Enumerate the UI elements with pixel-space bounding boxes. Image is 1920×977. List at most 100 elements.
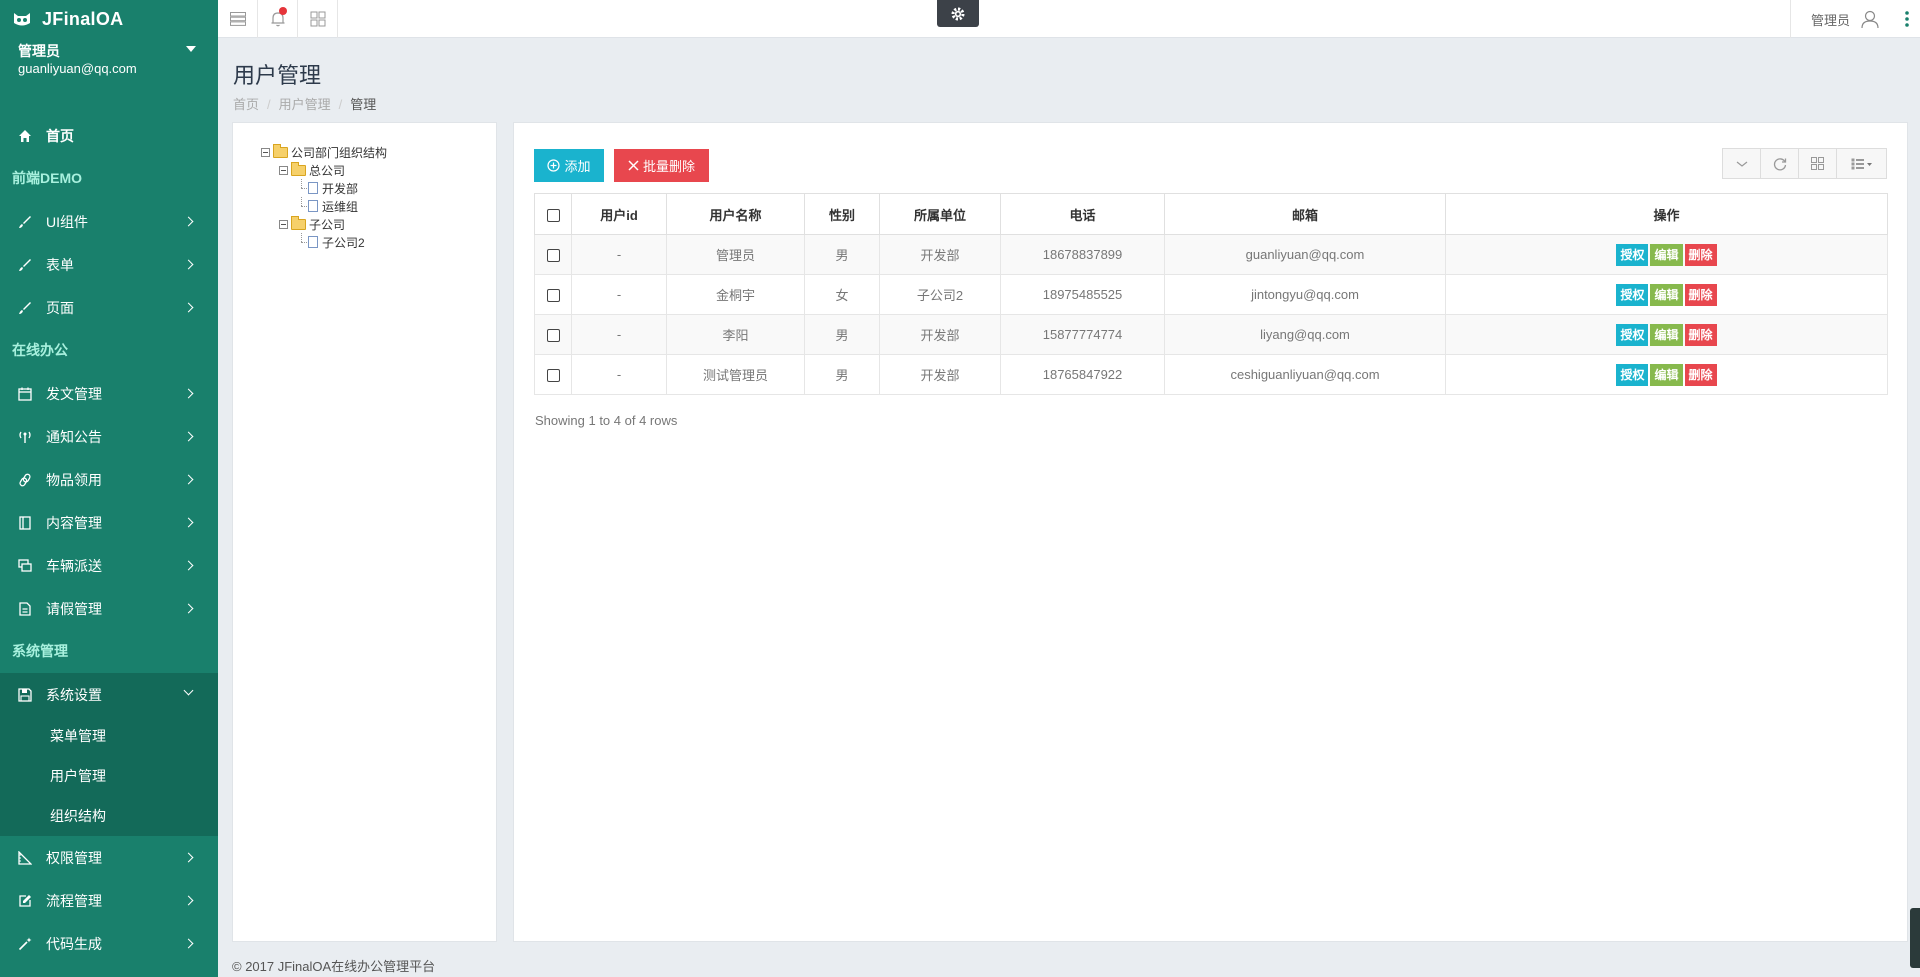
edit-button[interactable]: 编辑 bbox=[1650, 283, 1683, 306]
authorize-button[interactable]: 授权 bbox=[1616, 323, 1649, 346]
cell-email: ceshiguanliyuan@qq.com bbox=[1164, 354, 1446, 395]
nav-label: 表单 bbox=[46, 256, 74, 273]
authorize-button[interactable]: 授权 bbox=[1616, 283, 1649, 306]
cell-actions: 授权 编辑 删除 bbox=[1445, 354, 1888, 395]
nav-item-requisition[interactable]: 物品领用 bbox=[0, 458, 218, 501]
user-profile[interactable]: 管理员 guanliyuan@qq.com bbox=[0, 38, 218, 114]
tree-node-dev-dept[interactable]: 开发部 bbox=[261, 179, 387, 197]
notifications-button[interactable] bbox=[258, 0, 298, 38]
row-checkbox[interactable] bbox=[546, 249, 560, 263]
table-row: - 测试管理员 男 开发部 18765847922 ceshiguanliyua… bbox=[534, 354, 1888, 395]
cell-gender: 男 bbox=[804, 314, 880, 355]
chevron-right-icon bbox=[183, 517, 194, 528]
topbar-user-menu[interactable]: 管理员 bbox=[1789, 0, 1894, 38]
row-select-cell bbox=[534, 354, 572, 395]
nav-system-settings[interactable]: 系统设置 bbox=[0, 673, 218, 716]
column-header[interactable]: 所属单位 bbox=[879, 193, 1001, 235]
nav-label: 代码生成 bbox=[46, 935, 102, 952]
delete-button[interactable]: 删除 bbox=[1684, 323, 1717, 346]
nav-document-dispatch[interactable]: 发文管理 bbox=[0, 372, 218, 415]
nav-code-generation[interactable]: 代码生成 bbox=[0, 922, 218, 965]
tree-node-root[interactable]: 公司部门组织结构 bbox=[261, 143, 387, 161]
cell-phone: 18975485525 bbox=[1000, 274, 1165, 315]
delete-button[interactable]: 删除 bbox=[1684, 283, 1717, 306]
nav-home[interactable]: 首页 bbox=[0, 114, 218, 157]
nav-pages[interactable]: 页面 bbox=[0, 286, 218, 329]
cell-user-name: 李阳 bbox=[666, 314, 805, 355]
chevron-right-icon bbox=[183, 216, 194, 227]
app-title: JFinalOA bbox=[42, 8, 124, 29]
row-checkbox[interactable] bbox=[546, 329, 560, 343]
tree-connector bbox=[297, 197, 307, 215]
nav-workflow[interactable]: 流程管理 bbox=[0, 879, 218, 922]
edit-button[interactable]: 编辑 bbox=[1650, 323, 1683, 346]
collapse-toggle-icon[interactable] bbox=[279, 165, 288, 175]
cell-user-name: 管理员 bbox=[666, 234, 805, 275]
sub-menu-management[interactable]: 菜单管理 bbox=[0, 716, 218, 756]
column-header[interactable]: 邮箱 bbox=[1164, 193, 1446, 235]
nav-leave-management[interactable]: 请假管理 bbox=[0, 587, 218, 630]
column-header[interactable]: 用户id bbox=[571, 193, 667, 235]
nav-label: 权限管理 bbox=[46, 849, 102, 866]
edit-button[interactable]: 编辑 bbox=[1650, 243, 1683, 266]
nav-label: 物品领用 bbox=[46, 471, 102, 488]
sub-org-structure[interactable]: 组织结构 bbox=[0, 796, 218, 836]
table-row: - 李阳 男 开发部 15877774774 liyang@qq.com 授权编… bbox=[534, 314, 1888, 355]
brand[interactable]: JFinalOA bbox=[0, 0, 218, 38]
column-header[interactable]: 性别 bbox=[804, 193, 880, 235]
chevron-right-icon bbox=[183, 852, 194, 863]
nav-content-management[interactable]: 内容管理 bbox=[0, 501, 218, 544]
nav-forms[interactable]: 表单 bbox=[0, 243, 218, 286]
tree-node-subsidiary-2[interactable]: 子公司2 bbox=[261, 233, 387, 251]
side-widget-handle[interactable] bbox=[1910, 908, 1920, 968]
toggle-view-button[interactable] bbox=[1799, 149, 1837, 178]
tree-node-ops-team[interactable]: 运维组 bbox=[261, 197, 387, 215]
chevron-right-icon bbox=[183, 895, 194, 906]
footer-text: © 2017 JFinalOA在线办公管理平台 bbox=[232, 959, 436, 974]
chevron-right-icon bbox=[183, 388, 194, 399]
delete-button[interactable]: 删除 bbox=[1684, 363, 1717, 386]
collapse-toggle-icon[interactable] bbox=[279, 219, 288, 229]
breadcrumb-user-management[interactable]: 用户管理 bbox=[279, 97, 331, 112]
topbar-user-area: 管理员 bbox=[1789, 0, 1920, 38]
collapse-toggle-icon[interactable] bbox=[261, 147, 270, 157]
cell-user-id: - bbox=[571, 314, 667, 355]
add-button[interactable]: 添加 bbox=[534, 149, 604, 182]
sidebar-toggle-button[interactable] bbox=[218, 0, 258, 38]
cell-gender: 男 bbox=[804, 354, 880, 395]
edit-button[interactable]: 编辑 bbox=[1650, 363, 1683, 386]
batch-delete-button[interactable]: 批量删除 bbox=[614, 149, 709, 182]
tree-node-label: 运维组 bbox=[322, 199, 359, 214]
column-header[interactable]: 电话 bbox=[1000, 193, 1165, 235]
nav-notices[interactable]: 通知公告 bbox=[0, 415, 218, 458]
caret-down-icon[interactable] bbox=[186, 46, 196, 52]
more-menu-button[interactable] bbox=[1894, 0, 1920, 38]
row-select-cell bbox=[534, 274, 572, 315]
user-table: 用户id 用户名称 性别 所属单位 电话 邮箱 操作 - 管理员 男 开发部 1… bbox=[534, 193, 1888, 395]
refresh-button[interactable] bbox=[1761, 149, 1799, 178]
sub-user-management[interactable]: 用户管理 bbox=[0, 756, 218, 796]
header-select-all bbox=[534, 193, 572, 235]
apps-grid-button[interactable] bbox=[298, 0, 338, 38]
tree-node-subsidiary[interactable]: 子公司 bbox=[261, 215, 387, 233]
toggle-pagination-button[interactable] bbox=[1723, 149, 1761, 178]
select-all-checkbox[interactable] bbox=[546, 208, 560, 222]
delete-button[interactable]: 删除 bbox=[1684, 243, 1717, 266]
gear-icon bbox=[951, 7, 965, 20]
chevron-right-icon bbox=[183, 259, 194, 270]
row-checkbox[interactable] bbox=[546, 369, 560, 383]
nav-ui-components[interactable]: UI组件 bbox=[0, 200, 218, 243]
user-icon bbox=[1861, 10, 1879, 29]
authorize-button[interactable]: 授权 bbox=[1616, 363, 1649, 386]
breadcrumb-home[interactable]: 首页 bbox=[233, 97, 259, 112]
nav-permissions[interactable]: 权限管理 bbox=[0, 836, 218, 879]
row-checkbox[interactable] bbox=[546, 289, 560, 303]
home-icon bbox=[18, 129, 32, 143]
tree-node-head-office[interactable]: 总公司 bbox=[261, 161, 387, 179]
column-header[interactable]: 用户名称 bbox=[666, 193, 805, 235]
antenna-icon bbox=[18, 430, 32, 444]
nav-vehicle-dispatch[interactable]: 车辆派送 bbox=[0, 544, 218, 587]
theme-settings-button[interactable] bbox=[937, 0, 979, 27]
columns-dropdown-button[interactable] bbox=[1837, 149, 1886, 178]
authorize-button[interactable]: 授权 bbox=[1616, 243, 1649, 266]
